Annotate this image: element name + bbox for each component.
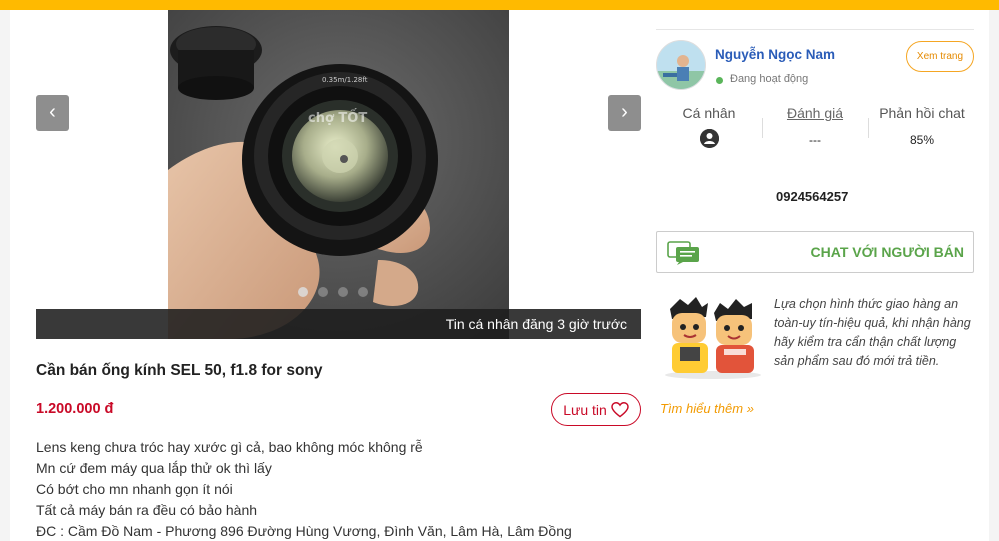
stat-separator: [868, 118, 869, 138]
description-line: Tất cả máy bán ra đều có bảo hành: [36, 502, 258, 518]
stat-response: Phản hồi chat 85%: [876, 105, 968, 147]
safety-tips-text: Lựa chọn hình thức giao hàng an toàn-uy …: [774, 297, 971, 368]
description-line: ĐC : Cầm Đồ Nam - Phương 896 Đường Hùng …: [36, 523, 572, 539]
stat-response-label: Phản hồi chat: [879, 105, 965, 121]
stat-separator: [762, 118, 763, 138]
seller-name[interactable]: Nguyễn Ngọc Nam: [715, 47, 835, 62]
image-gallery: 0.35m/1.28ft chợ TỐT ‹ › Tin cá nhân đăn…: [36, 10, 641, 339]
prev-image-button[interactable]: ‹: [36, 95, 69, 131]
learn-more-link[interactable]: Tìm hiểu thêm »: [660, 401, 754, 416]
seller-avatar[interactable]: [656, 40, 706, 90]
chat-button-label: CHAT VỚI NGƯỜI BÁN: [810, 244, 964, 260]
lens-marking: 0.35m/1.28ft: [322, 76, 368, 84]
gallery-dot[interactable]: [318, 287, 328, 297]
stat-rating-label[interactable]: Đánh giá: [776, 105, 854, 121]
stat-personal: Cá nhân: [671, 105, 747, 151]
gallery-caption-bar: Tin cá nhân đăng 3 giờ trước: [36, 309, 641, 339]
save-label: Lưu tin: [563, 401, 607, 418]
stat-rating[interactable]: Đánh giá ---: [776, 105, 854, 147]
chevron-right-icon: ›: [621, 101, 628, 123]
stat-response-value: 85%: [909, 133, 935, 147]
description-line: Mn cứ đem máy qua lắp thử ok thì lấy: [36, 460, 272, 476]
seller-status: Đang hoạt động: [730, 73, 809, 85]
listing-price: 1.200.000 đ: [36, 401, 114, 417]
listing-page: 0.35m/1.28ft chợ TỐT ‹ › Tin cá nhân đăn…: [10, 10, 989, 541]
safety-tips-illustration: [660, 295, 766, 385]
heart-icon: [611, 401, 629, 417]
listing-title: Cần bán ống kính SEL 50, f1.8 for sony: [36, 362, 323, 379]
seller-phone[interactable]: 0924564257: [776, 189, 848, 204]
gallery-dot[interactable]: [358, 287, 368, 297]
top-accent-bar: [0, 0, 999, 10]
listing-description: Lens keng chưa tróc hay xước gì cả, bao …: [36, 437, 572, 541]
stat-rating-value: ---: [809, 133, 821, 147]
person-icon: [699, 129, 719, 148]
gallery-dot[interactable]: [338, 287, 348, 297]
description-line: Lens keng chưa tróc hay xước gì cả, bao …: [36, 439, 423, 455]
online-status-dot: [716, 77, 723, 84]
view-seller-page-button[interactable]: Xem trang: [906, 41, 974, 72]
gallery-dots: [298, 287, 368, 297]
chat-bubble-icon: [667, 241, 699, 265]
chat-with-seller-button[interactable]: CHAT VỚI NGƯỜI BÁN: [656, 231, 974, 273]
save-listing-button[interactable]: Lưu tin: [551, 393, 641, 426]
stat-personal-label: Cá nhân: [682, 105, 736, 121]
gallery-dot[interactable]: [298, 287, 308, 297]
photo-watermark: chợ TỐT: [308, 108, 367, 126]
next-image-button[interactable]: ›: [608, 95, 641, 131]
posted-time-caption: Tin cá nhân đăng 3 giờ trước: [445, 316, 627, 332]
seller-panel-divider: [656, 29, 974, 30]
chevron-left-icon: ‹: [49, 101, 56, 123]
description-line: Có bớt cho mn nhanh gọn ít nói: [36, 481, 233, 497]
